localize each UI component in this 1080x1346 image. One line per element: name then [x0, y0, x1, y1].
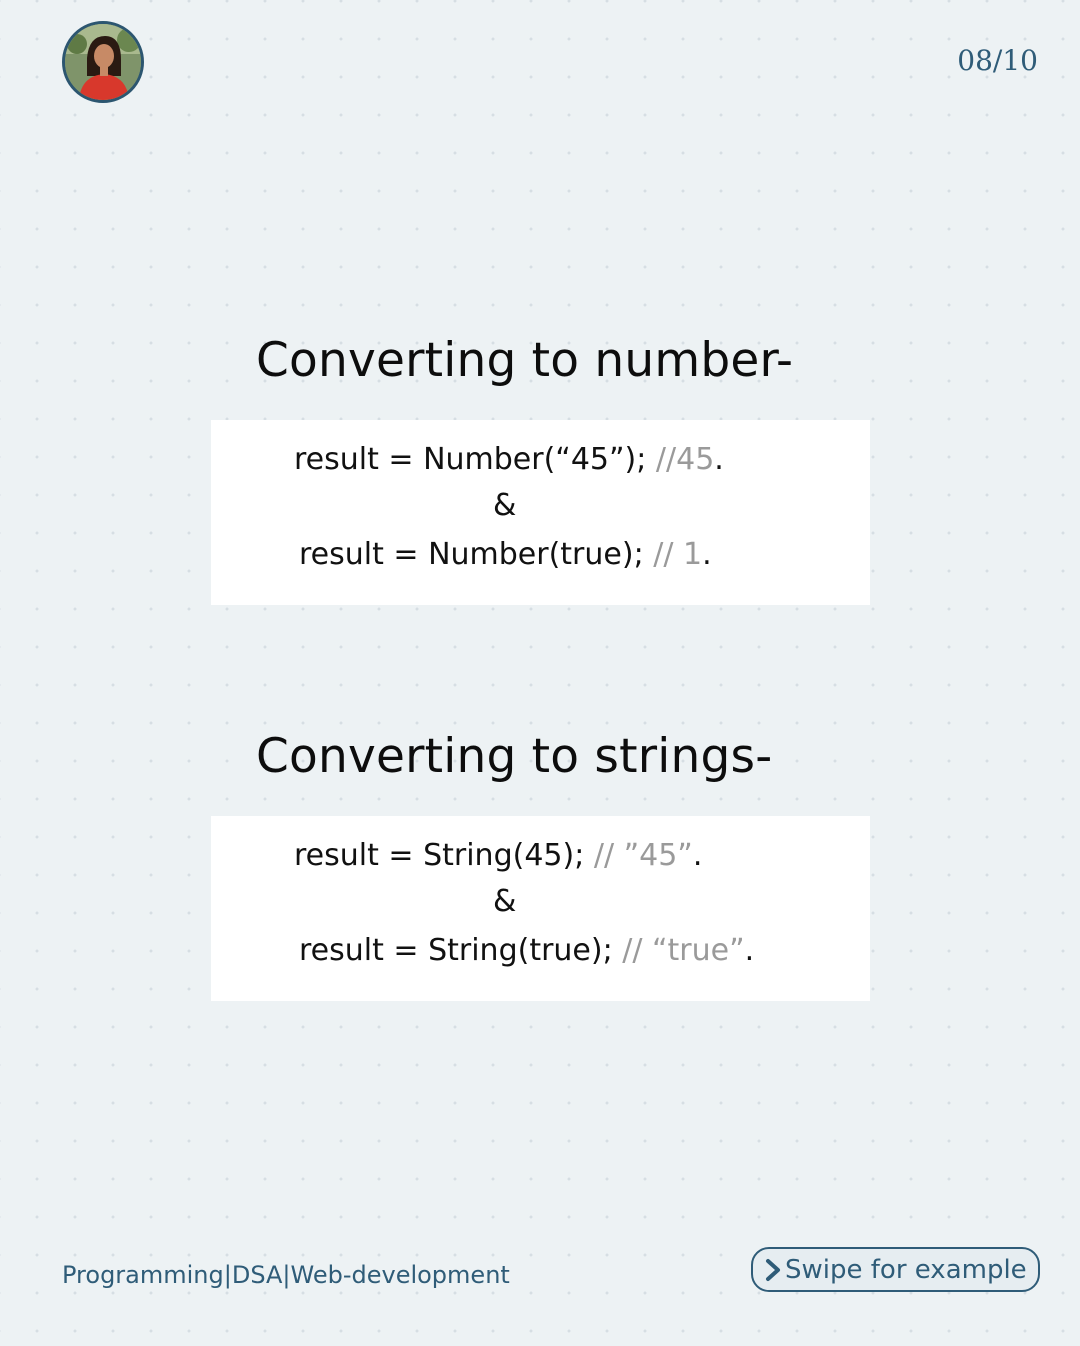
code-period: . [702, 537, 712, 572]
code-text: result = Number(“45”); [294, 442, 656, 477]
code-period: . [714, 442, 724, 477]
code-text: result = String(45); [294, 838, 594, 873]
code-line: result = String(45); // ”45”. [294, 838, 702, 873]
code-text: result = Number(true); [299, 537, 654, 572]
section-title-strings: Converting to strings- [256, 729, 773, 784]
code-comment: //45 [655, 442, 715, 477]
profile-photo [65, 24, 141, 100]
chevron-right-icon [766, 1258, 780, 1281]
section-title-number: Converting to number- [256, 333, 794, 388]
ampersand-separator: & [493, 884, 517, 919]
code-text: result = String(true); [299, 933, 623, 968]
code-period: . [744, 933, 755, 968]
footer-tagline: Programming|DSA|Web-development [62, 1261, 510, 1289]
ampersand-separator: & [493, 488, 517, 523]
code-comment: // “true” [622, 933, 745, 968]
code-comment: // 1 [653, 537, 703, 572]
code-period: . [692, 838, 703, 873]
code-line: result = Number(true); // 1. [299, 537, 712, 572]
code-comment: // ”45” [593, 838, 693, 873]
page-counter: 08/10 [957, 44, 1038, 77]
code-line: result = Number(“45”); //45. [294, 442, 724, 477]
avatar [62, 21, 144, 103]
code-card-number: result = Number(“45”); //45. & result = … [211, 420, 870, 605]
code-line: result = String(true); // “true”. [299, 933, 754, 968]
swipe-button[interactable]: Swipe for example [751, 1247, 1040, 1292]
swipe-label: Swipe for example [785, 1254, 1027, 1285]
code-card-strings: result = String(45); // ”45”. & result =… [211, 816, 870, 1001]
